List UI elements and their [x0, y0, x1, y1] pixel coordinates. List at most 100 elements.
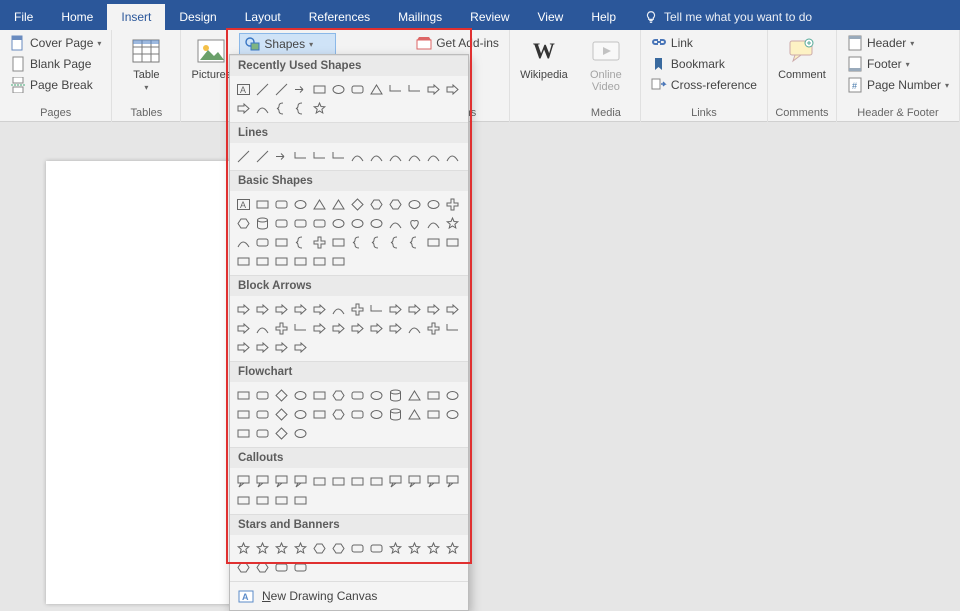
- shape-rect[interactable]: [234, 424, 253, 443]
- shape-arrowBlock[interactable]: [424, 80, 443, 99]
- link-button[interactable]: Link: [647, 33, 761, 53]
- shape-rect[interactable]: [253, 491, 272, 510]
- shape-star[interactable]: [234, 539, 253, 558]
- shape-brace[interactable]: [405, 233, 424, 252]
- shape-elbow[interactable]: [443, 319, 462, 338]
- page-number-button[interactable]: # Page Number▾: [843, 75, 953, 95]
- shape-callout[interactable]: [291, 472, 310, 491]
- shape-arrowBlock[interactable]: [443, 80, 462, 99]
- table-button[interactable]: Table▾: [118, 33, 174, 105]
- shape-brace[interactable]: [386, 233, 405, 252]
- comment-button[interactable]: Comment: [774, 33, 830, 105]
- shape-arrowBlock[interactable]: [234, 338, 253, 357]
- shape-rrect[interactable]: [348, 386, 367, 405]
- shape-rect[interactable]: [272, 491, 291, 510]
- shape-arrowBlock[interactable]: [272, 300, 291, 319]
- shape-elbow[interactable]: [329, 147, 348, 166]
- shape-arrowBlock[interactable]: [348, 319, 367, 338]
- shape-star[interactable]: [424, 539, 443, 558]
- shape-tri[interactable]: [367, 80, 386, 99]
- tab-view[interactable]: View: [524, 4, 578, 30]
- shape-rrect[interactable]: [253, 386, 272, 405]
- shape-brace[interactable]: [348, 233, 367, 252]
- shape-elbow[interactable]: [367, 300, 386, 319]
- shape-arrowBlock[interactable]: [386, 300, 405, 319]
- shape-hex[interactable]: [310, 539, 329, 558]
- tab-file[interactable]: File: [0, 4, 47, 30]
- shape-arrowBlock[interactable]: [310, 300, 329, 319]
- shape-oval[interactable]: [291, 405, 310, 424]
- shape-callout[interactable]: [272, 472, 291, 491]
- shape-rrect[interactable]: [253, 233, 272, 252]
- shape-arrowBlock[interactable]: [367, 319, 386, 338]
- shape-line[interactable]: [234, 147, 253, 166]
- shape-tri[interactable]: [405, 386, 424, 405]
- shape-curve[interactable]: [253, 319, 272, 338]
- shape-rect[interactable]: [253, 252, 272, 271]
- shape-curve[interactable]: [253, 99, 272, 118]
- shape-plus[interactable]: [443, 195, 462, 214]
- shape-cyl[interactable]: [253, 214, 272, 233]
- shape-tbox[interactable]: A: [234, 80, 253, 99]
- shape-arrowBlock[interactable]: [272, 338, 291, 357]
- shape-star[interactable]: [386, 539, 405, 558]
- shape-rrect[interactable]: [253, 424, 272, 443]
- header-button[interactable]: Header▾: [843, 33, 953, 53]
- shape-star[interactable]: [405, 539, 424, 558]
- shape-oval[interactable]: [291, 386, 310, 405]
- shape-callout[interactable]: [424, 472, 443, 491]
- tab-mailings[interactable]: Mailings: [384, 4, 456, 30]
- shape-oval[interactable]: [291, 424, 310, 443]
- shape-arrowBlock[interactable]: [253, 338, 272, 357]
- shape-arrowBlock[interactable]: [310, 319, 329, 338]
- shape-heart[interactable]: [405, 214, 424, 233]
- shapes-button[interactable]: Shapes▾: [239, 33, 336, 55]
- shape-rrect[interactable]: [367, 539, 386, 558]
- shape-rrect[interactable]: [272, 558, 291, 577]
- get-addins-button[interactable]: Get Add-ins: [412, 33, 503, 53]
- shape-hex[interactable]: [253, 558, 272, 577]
- cover-page-button[interactable]: Cover Page▾: [6, 33, 105, 53]
- shape-star[interactable]: [443, 214, 462, 233]
- shape-oval[interactable]: [443, 405, 462, 424]
- tab-review[interactable]: Review: [456, 4, 523, 30]
- shape-callout[interactable]: [253, 472, 272, 491]
- shape-rect[interactable]: [329, 472, 348, 491]
- shape-hex[interactable]: [329, 539, 348, 558]
- shape-tbox[interactable]: A: [234, 195, 253, 214]
- shape-hex[interactable]: [329, 405, 348, 424]
- page-break-button[interactable]: Page Break: [6, 75, 105, 95]
- shape-rrect[interactable]: [348, 539, 367, 558]
- shape-arrowBlock[interactable]: [234, 300, 253, 319]
- shape-plus[interactable]: [424, 319, 443, 338]
- shape-oval[interactable]: [405, 195, 424, 214]
- shape-arrowBlock[interactable]: [291, 338, 310, 357]
- shape-rect[interactable]: [424, 233, 443, 252]
- wikipedia-button[interactable]: W Wikipedia: [516, 33, 572, 105]
- tab-layout[interactable]: Layout: [231, 4, 295, 30]
- shape-arrowBlock[interactable]: [405, 300, 424, 319]
- shape-line[interactable]: [253, 147, 272, 166]
- shape-star[interactable]: [310, 99, 329, 118]
- shape-plus[interactable]: [272, 319, 291, 338]
- shape-arrowBlock[interactable]: [443, 300, 462, 319]
- cross-ref-button[interactable]: Cross-reference: [647, 75, 761, 95]
- shape-rect[interactable]: [329, 233, 348, 252]
- tab-design[interactable]: Design: [165, 4, 230, 30]
- shape-elbow[interactable]: [310, 147, 329, 166]
- shape-rect[interactable]: [310, 472, 329, 491]
- shape-curve[interactable]: [386, 147, 405, 166]
- shape-curve[interactable]: [348, 147, 367, 166]
- shape-arrowR[interactable]: [291, 80, 310, 99]
- online-video-button[interactable]: OnlineVideo: [578, 33, 634, 105]
- shape-elbow[interactable]: [386, 80, 405, 99]
- shape-brace[interactable]: [291, 99, 310, 118]
- shape-diam[interactable]: [272, 405, 291, 424]
- shape-rect[interactable]: [234, 252, 253, 271]
- tab-home[interactable]: Home: [47, 4, 107, 30]
- shape-rect[interactable]: [291, 491, 310, 510]
- shape-curve[interactable]: [424, 214, 443, 233]
- shape-elbow[interactable]: [405, 80, 424, 99]
- shape-hex[interactable]: [329, 386, 348, 405]
- shape-curve[interactable]: [443, 147, 462, 166]
